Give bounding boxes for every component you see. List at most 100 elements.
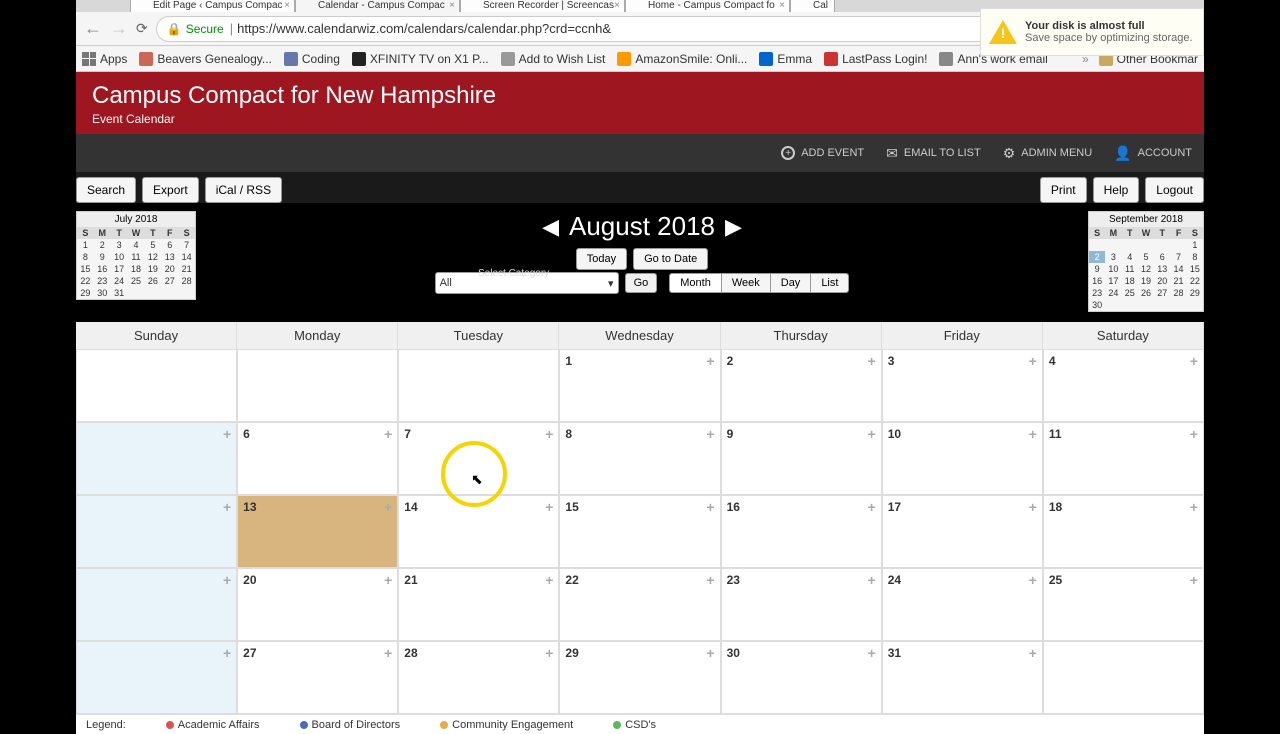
mini-day-cell[interactable]: 10 bbox=[111, 251, 128, 263]
add-event-icon[interactable]: + bbox=[384, 499, 392, 515]
add-event-icon[interactable]: + bbox=[1190, 426, 1198, 442]
mini-day-cell[interactable]: 15 bbox=[1187, 263, 1203, 275]
mini-day-cell[interactable]: 4 bbox=[128, 239, 145, 251]
view-day-button[interactable]: Day bbox=[771, 274, 812, 292]
mini-day-cell[interactable]: 24 bbox=[111, 275, 128, 287]
mini-day-cell[interactable]: 26 bbox=[144, 275, 161, 287]
mini-calendar-next[interactable]: September 2018 SMTWTFS123456789101112131… bbox=[1088, 211, 1204, 312]
mini-day-cell[interactable]: 25 bbox=[128, 275, 145, 287]
mini-day-cell[interactable]: 2 bbox=[94, 239, 111, 251]
mini-day-cell[interactable]: 14 bbox=[1170, 263, 1186, 275]
mini-day-cell[interactable]: 17 bbox=[1105, 275, 1121, 287]
mini-day-cell[interactable]: 13 bbox=[161, 251, 178, 263]
view-list-button[interactable]: List bbox=[811, 274, 848, 292]
mini-day-cell[interactable]: 12 bbox=[144, 251, 161, 263]
day-cell[interactable]: 28+ bbox=[398, 641, 559, 714]
bookmark-item[interactable]: Emma bbox=[759, 52, 812, 66]
add-event-icon[interactable]: + bbox=[223, 572, 231, 588]
add-event-icon[interactable]: + bbox=[223, 645, 231, 661]
add-event-icon[interactable]: + bbox=[1029, 645, 1037, 661]
view-week-button[interactable]: Week bbox=[722, 274, 771, 292]
mini-day-cell[interactable]: 29 bbox=[77, 287, 94, 299]
add-event-icon[interactable]: + bbox=[545, 426, 553, 442]
day-cell[interactable] bbox=[76, 349, 237, 422]
day-cell[interactable]: 7+ bbox=[398, 422, 559, 495]
day-cell[interactable]: 29+ bbox=[559, 641, 720, 714]
add-event-icon[interactable]: + bbox=[384, 645, 392, 661]
mini-day-cell[interactable]: 6 bbox=[161, 239, 178, 251]
add-event-icon[interactable]: + bbox=[1029, 426, 1037, 442]
admin-menu-button[interactable]: ⚙ ADMIN MENU bbox=[1003, 145, 1092, 162]
day-cell[interactable]: 6+ bbox=[237, 422, 398, 495]
mini-day-cell[interactable]: 5 bbox=[144, 239, 161, 251]
add-event-icon[interactable]: + bbox=[868, 572, 876, 588]
mini-day-cell[interactable] bbox=[1105, 239, 1121, 251]
day-cell[interactable]: 3+ bbox=[882, 349, 1043, 422]
day-cell[interactable]: 9+ bbox=[721, 422, 882, 495]
day-cell[interactable] bbox=[237, 349, 398, 422]
add-event-icon[interactable]: + bbox=[868, 645, 876, 661]
add-event-icon[interactable]: + bbox=[706, 499, 714, 515]
add-event-button[interactable]: + ADD EVENT bbox=[781, 146, 864, 160]
browser-tab[interactable]: Calendar - Campus Compac× bbox=[295, 0, 460, 12]
mini-day-cell[interactable]: 1 bbox=[77, 239, 94, 251]
mini-day-cell[interactable]: 16 bbox=[1089, 275, 1105, 287]
add-event-icon[interactable]: + bbox=[384, 426, 392, 442]
mini-day-cell[interactable] bbox=[1122, 299, 1138, 311]
ical-rss-button[interactable]: iCal / RSS bbox=[205, 177, 282, 203]
view-month-button[interactable]: Month bbox=[670, 274, 722, 292]
mini-day-cell[interactable]: 2 bbox=[1089, 251, 1105, 263]
mini-day-cell[interactable]: 17 bbox=[111, 263, 128, 275]
mini-day-cell[interactable]: 20 bbox=[161, 263, 178, 275]
mini-day-cell[interactable] bbox=[1138, 299, 1154, 311]
day-cell[interactable]: 23+ bbox=[721, 568, 882, 641]
mini-day-cell[interactable]: 9 bbox=[1089, 263, 1105, 275]
bookmark-item[interactable]: Coding bbox=[284, 52, 340, 66]
add-event-icon[interactable]: + bbox=[1190, 572, 1198, 588]
email-to-list-button[interactable]: ✉ EMAIL TO LIST bbox=[886, 145, 981, 162]
day-cell[interactable] bbox=[398, 349, 559, 422]
mini-day-cell[interactable] bbox=[1138, 239, 1154, 251]
mini-day-cell[interactable]: 3 bbox=[1105, 251, 1121, 263]
reload-icon[interactable]: ⟳ bbox=[136, 20, 148, 37]
day-cell[interactable]: 30+ bbox=[721, 641, 882, 714]
mini-day-cell[interactable] bbox=[1170, 239, 1186, 251]
mini-day-cell[interactable] bbox=[1154, 299, 1170, 311]
mini-day-cell[interactable]: 11 bbox=[1122, 263, 1138, 275]
add-event-icon[interactable]: + bbox=[545, 499, 553, 515]
day-cell[interactable]: + bbox=[76, 495, 237, 568]
mini-day-cell[interactable] bbox=[1122, 239, 1138, 251]
add-event-icon[interactable]: + bbox=[706, 353, 714, 369]
mini-day-cell[interactable]: 28 bbox=[178, 275, 195, 287]
mini-day-cell[interactable]: 8 bbox=[1187, 251, 1203, 263]
prev-month-icon[interactable]: ◀ bbox=[542, 214, 559, 240]
mini-day-cell[interactable]: 7 bbox=[1170, 251, 1186, 263]
add-event-icon[interactable]: + bbox=[1190, 353, 1198, 369]
mini-day-cell[interactable]: 18 bbox=[1122, 275, 1138, 287]
mini-day-cell[interactable]: 19 bbox=[144, 263, 161, 275]
mini-day-cell[interactable]: 8 bbox=[77, 251, 94, 263]
day-cell[interactable]: 14+ bbox=[398, 495, 559, 568]
mini-day-cell[interactable]: 20 bbox=[1154, 275, 1170, 287]
mini-day-cell[interactable]: 23 bbox=[1089, 287, 1105, 299]
mini-day-cell[interactable]: 19 bbox=[1138, 275, 1154, 287]
day-cell[interactable]: 16+ bbox=[721, 495, 882, 568]
day-cell[interactable]: 10+ bbox=[882, 422, 1043, 495]
mini-day-cell[interactable]: 30 bbox=[1089, 299, 1105, 311]
add-event-icon[interactable]: + bbox=[706, 426, 714, 442]
mini-day-cell[interactable]: 25 bbox=[1122, 287, 1138, 299]
back-icon[interactable]: ← bbox=[84, 18, 102, 39]
search-button[interactable]: Search bbox=[76, 177, 136, 203]
close-icon[interactable]: × bbox=[449, 0, 455, 11]
add-event-icon[interactable]: + bbox=[1029, 353, 1037, 369]
browser-tab[interactable]: Edit Page ‹ Campus Compac× bbox=[130, 0, 295, 12]
add-event-icon[interactable]: + bbox=[868, 426, 876, 442]
mini-day-cell[interactable]: 27 bbox=[1154, 287, 1170, 299]
mini-day-cell[interactable]: 21 bbox=[1170, 275, 1186, 287]
day-cell[interactable]: 24+ bbox=[882, 568, 1043, 641]
mini-day-cell[interactable]: 31 bbox=[111, 287, 128, 299]
day-cell[interactable]: 22+ bbox=[559, 568, 720, 641]
close-icon[interactable]: × bbox=[284, 0, 290, 11]
mini-day-cell[interactable]: 26 bbox=[1138, 287, 1154, 299]
mini-day-cell[interactable]: 5 bbox=[1138, 251, 1154, 263]
